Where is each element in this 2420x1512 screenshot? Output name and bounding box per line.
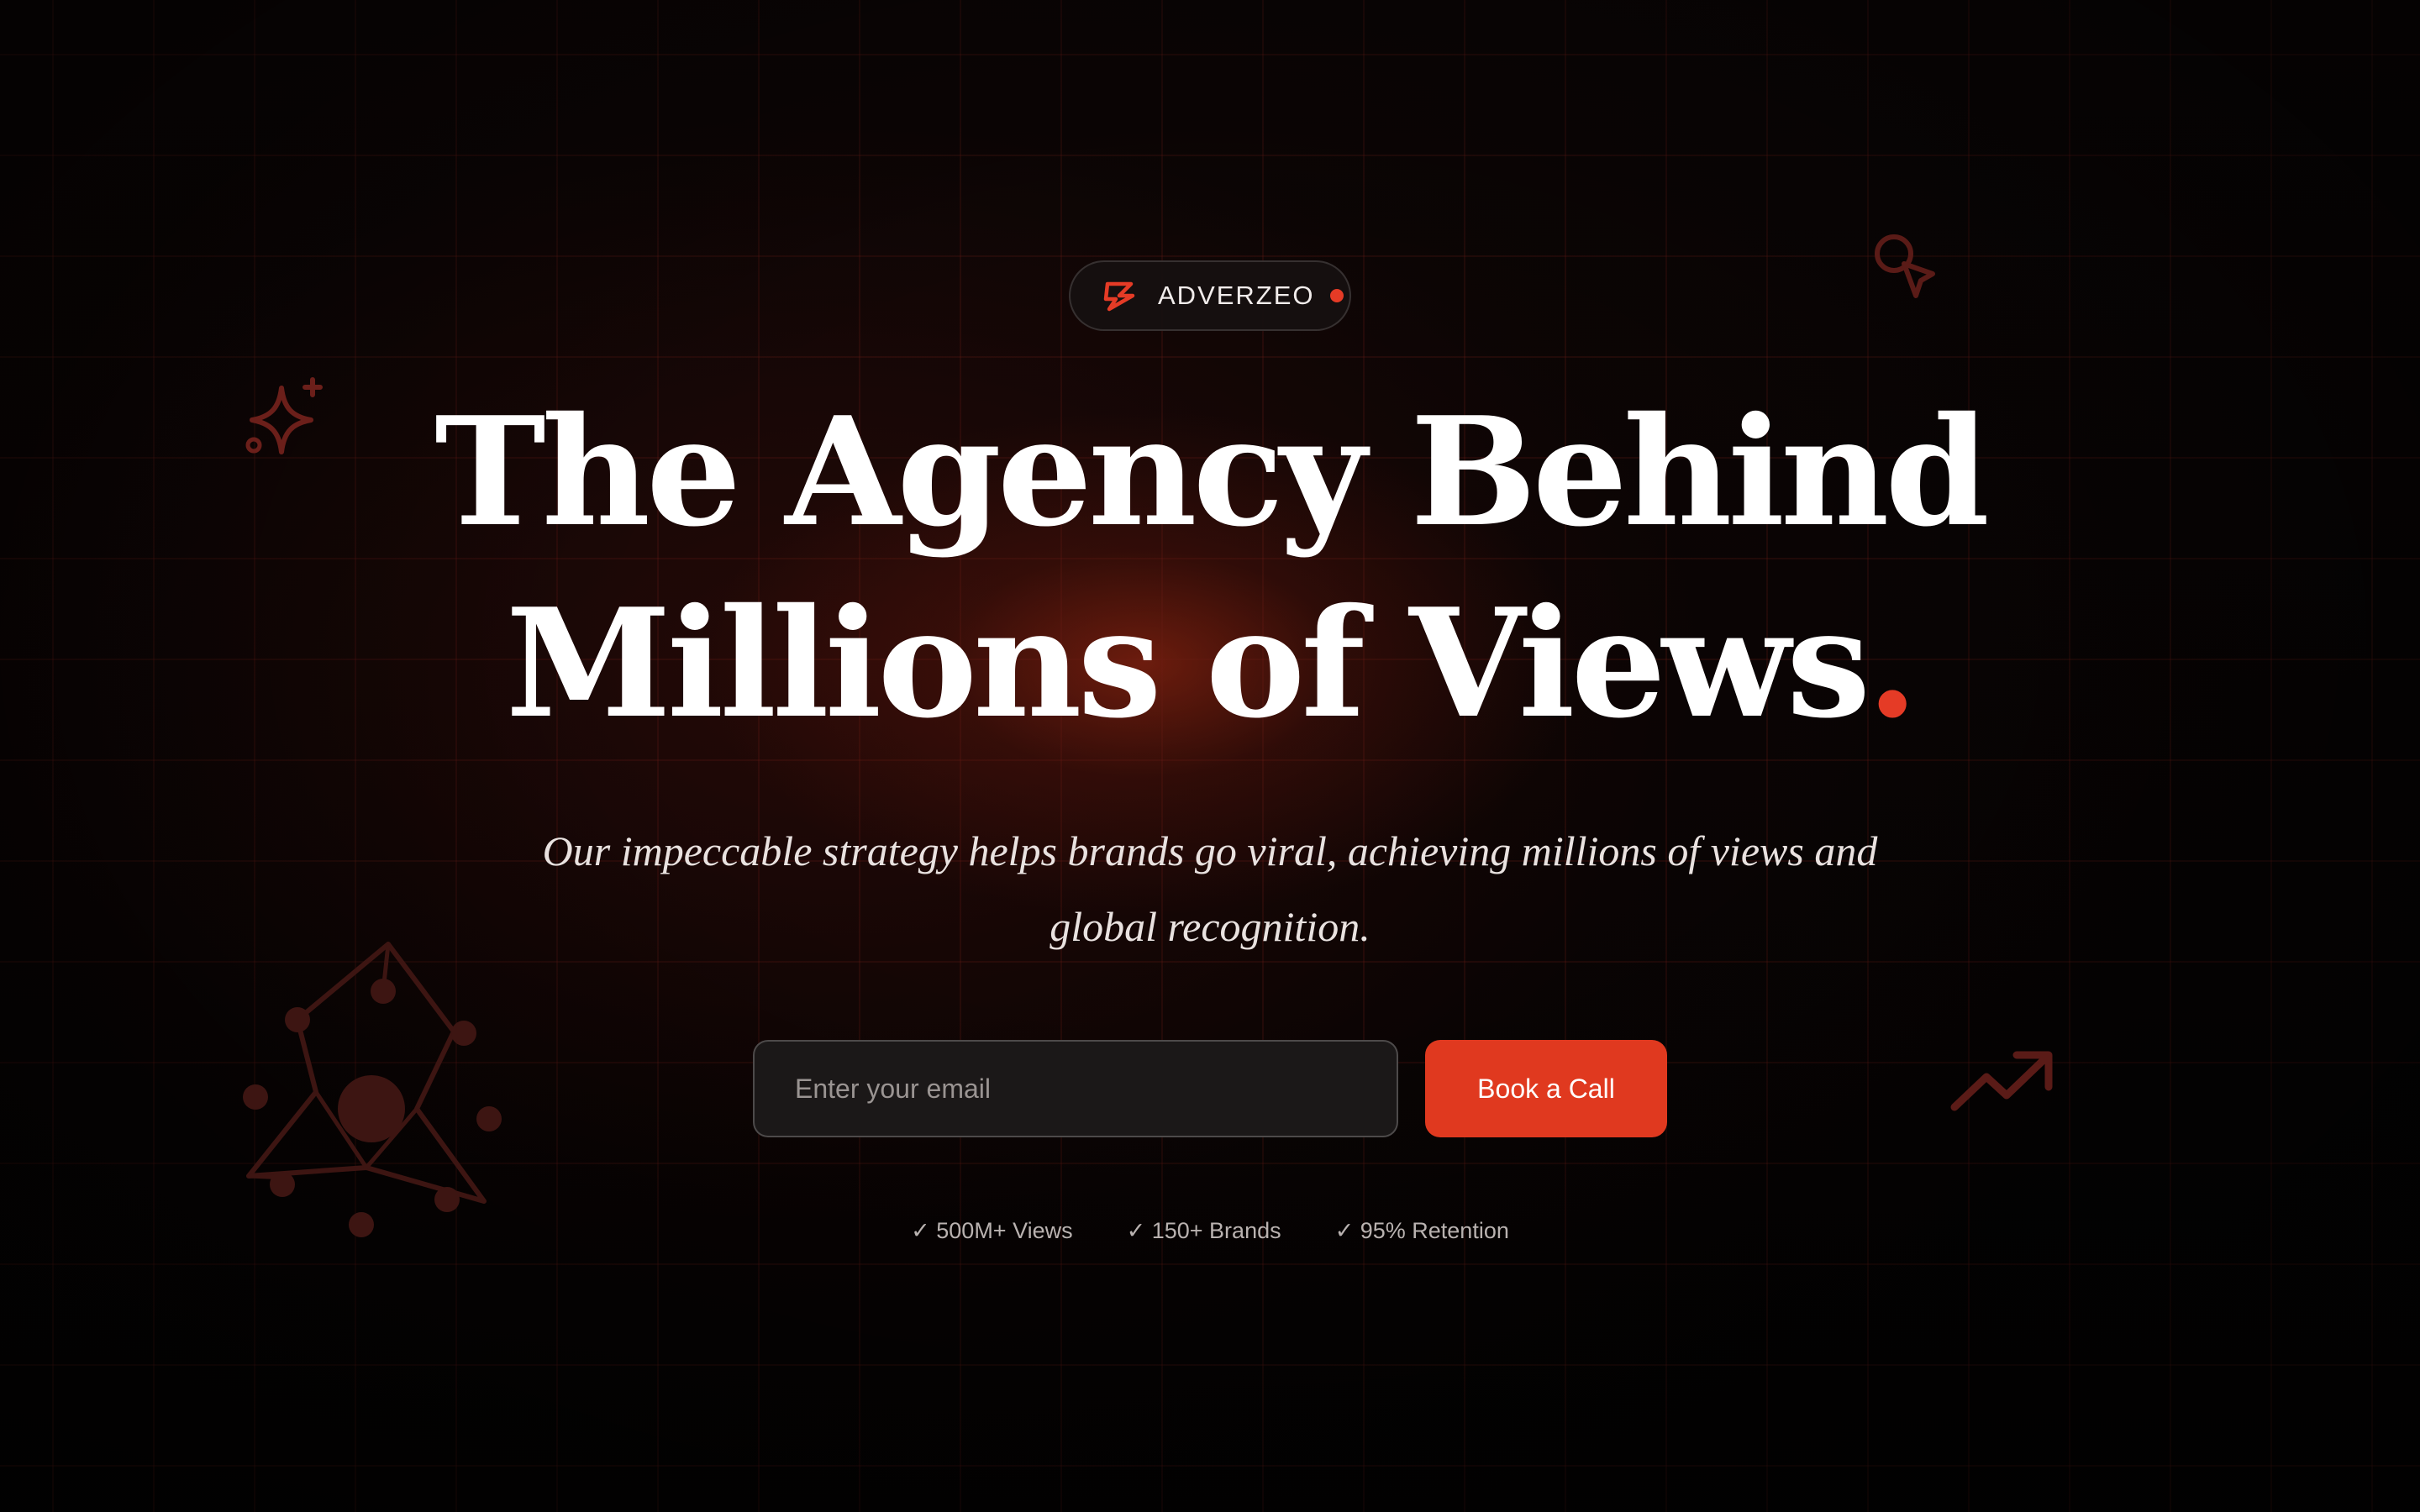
hero-headline: The Agency Behind Millions of Views.: [0, 376, 2420, 759]
status-dot: [1329, 289, 1344, 302]
headline-line-2: Millions of Views.: [0, 568, 2420, 759]
brand-name: ADVERZEO: [1158, 281, 1315, 310]
stat-brands: ✓ 150+ Brands: [1126, 1218, 1281, 1243]
stats-row: ✓ 500M+ Views ✓ 150+ Brands ✓ 95% Retent…: [0, 1218, 2420, 1244]
hero-subtitle: Our impeccable strategy helps brands go …: [542, 827, 1878, 950]
book-a-call-button[interactable]: Book a Call: [1425, 1040, 1667, 1137]
headline-line-1: The Agency Behind: [434, 384, 1990, 559]
lightning-bolt-icon: [1103, 281, 1135, 312]
stat-views: ✓ 500M+ Views: [911, 1218, 1073, 1243]
headline-line-2-text: Millions of Views: [505, 575, 1870, 751]
brand-badge: ADVERZEO: [1069, 260, 1351, 331]
stat-retention: ✓ 95% Retention: [1334, 1218, 1509, 1243]
pointer-cursor-icon: [1875, 234, 1935, 298]
headline-accent-dot: .: [1866, 575, 1918, 751]
network-graph-icon: [243, 942, 502, 1237]
email-input[interactable]: [753, 1040, 1398, 1137]
trending-up-icon: [1950, 1051, 2053, 1111]
